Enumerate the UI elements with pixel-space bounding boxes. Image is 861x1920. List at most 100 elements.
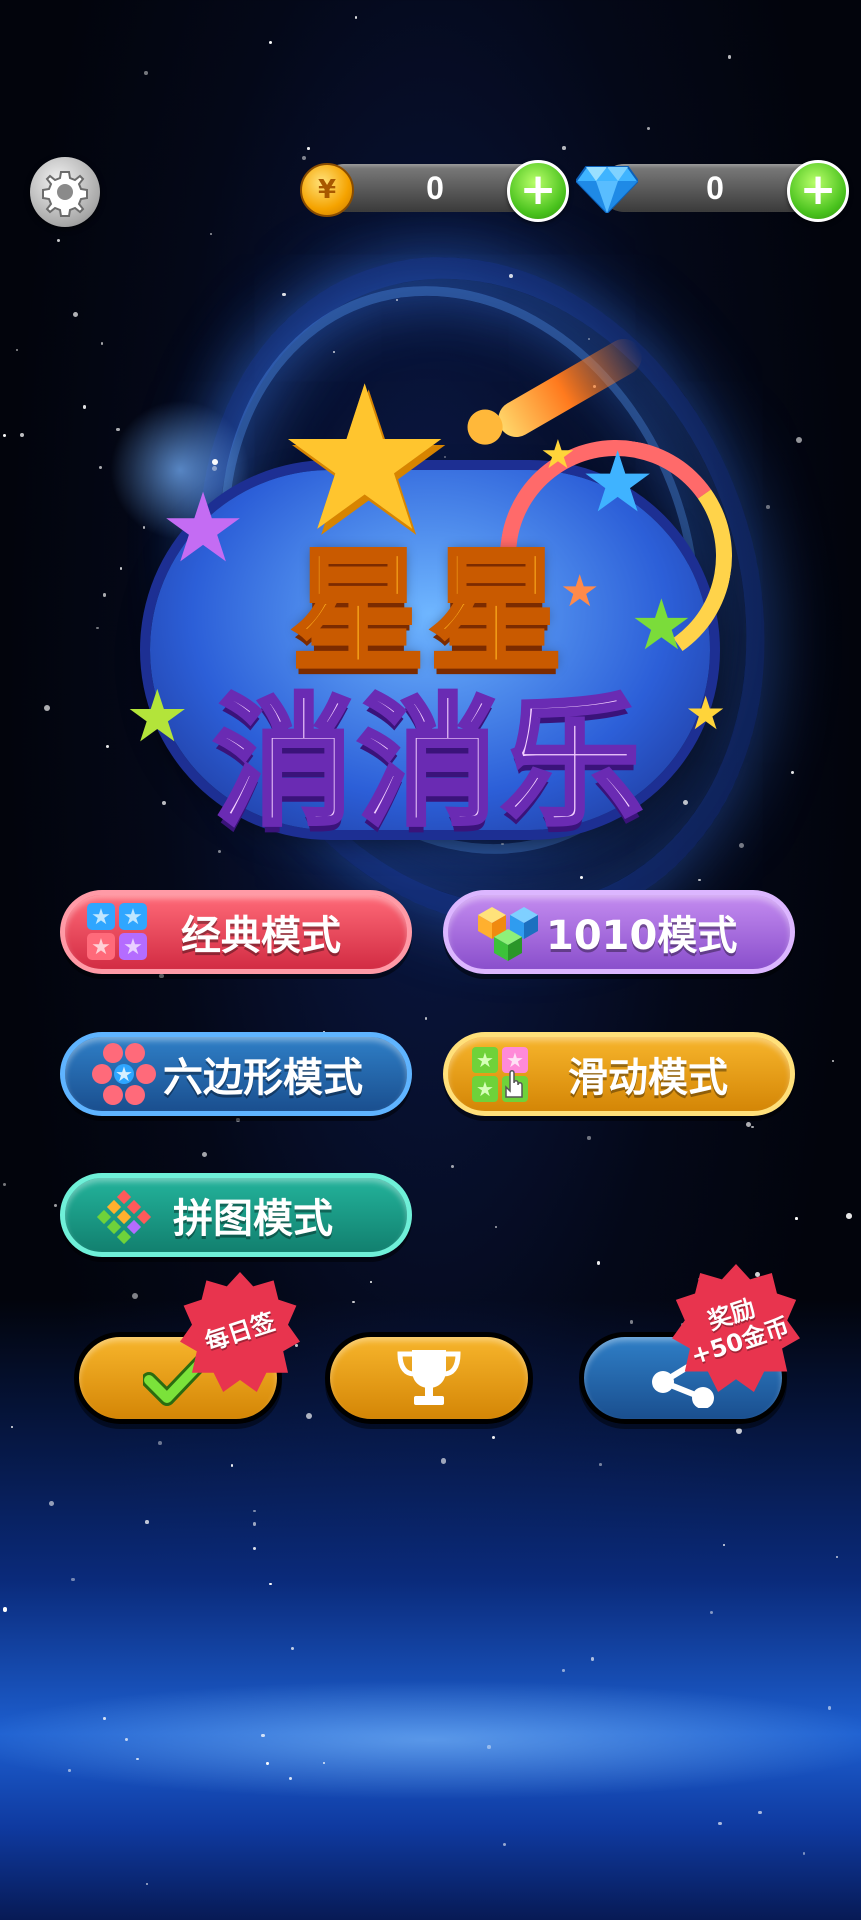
background-star xyxy=(795,437,802,444)
background-star xyxy=(144,71,148,76)
star-decoration: ★ xyxy=(540,432,576,478)
background-star xyxy=(846,1213,853,1219)
background-star xyxy=(282,293,286,297)
background-star xyxy=(44,704,51,711)
background-star xyxy=(56,238,60,242)
background-star xyxy=(424,1017,428,1020)
background-star xyxy=(596,1261,600,1265)
background-star xyxy=(102,1717,106,1720)
background-star xyxy=(450,1165,454,1169)
coin-count: 0 xyxy=(426,170,444,206)
background-star xyxy=(587,1136,591,1140)
background-star xyxy=(395,299,398,302)
background-star xyxy=(201,1151,208,1158)
background-star xyxy=(718,1821,722,1826)
background-star xyxy=(15,348,18,351)
background-star xyxy=(727,55,732,59)
background-star xyxy=(369,1280,373,1284)
hexagon-mode-label: 六边形模式 xyxy=(163,1055,363,1101)
background-star xyxy=(599,1462,603,1466)
background-star xyxy=(766,505,770,509)
plus-icon: + xyxy=(799,164,837,215)
background-star xyxy=(96,626,99,630)
trophy-icon xyxy=(397,1350,461,1405)
background-star xyxy=(145,1520,149,1524)
background-star xyxy=(269,41,273,45)
background-star xyxy=(53,1204,58,1208)
svg-text:★: ★ xyxy=(91,905,111,930)
background-star xyxy=(802,1852,806,1855)
svg-text:★: ★ xyxy=(506,1048,524,1072)
background-star xyxy=(745,1122,752,1128)
background-star xyxy=(98,465,102,470)
background-star xyxy=(159,973,164,979)
background-star xyxy=(790,770,795,775)
background-star xyxy=(629,1320,634,1324)
background-star xyxy=(19,432,24,437)
add-gems-button[interactable]: + xyxy=(787,160,849,222)
background-star xyxy=(100,342,103,345)
classic-mode-label: 经典模式 xyxy=(181,913,341,959)
hexagon-mode-button[interactable]: ★ 六边形模式 xyxy=(60,1032,412,1116)
mode-1010-label: 1010模式 xyxy=(546,913,738,959)
background-star xyxy=(698,878,702,882)
background-star xyxy=(82,405,87,410)
gem-count: 0 xyxy=(706,170,724,206)
svg-text:★: ★ xyxy=(123,935,143,960)
background-star xyxy=(102,593,106,597)
classic-mode-button[interactable]: ★ ★ ★ ★ 经典模式 xyxy=(60,890,412,974)
background-star xyxy=(354,16,358,20)
background-star xyxy=(209,233,212,236)
swipe-mode-label: 滑动模式 xyxy=(568,1055,728,1101)
svg-text:★: ★ xyxy=(476,1077,494,1101)
background-star xyxy=(131,1292,138,1299)
daily-checkin-badge: 每日签 xyxy=(180,1272,300,1392)
hexagon-stars-icon: ★ xyxy=(92,1043,156,1105)
game-logo: ● ★ ★ ★ ★ ★ ★ ★ ★ 星星 消消乐 xyxy=(120,330,751,850)
puzzle-blocks-icon xyxy=(96,1189,152,1245)
background-star xyxy=(290,1647,294,1651)
share-reward-badge: 奖励 +50金币 xyxy=(672,1264,800,1392)
background-star xyxy=(722,1543,725,1546)
mode-1010-button[interactable]: 1010模式 xyxy=(443,890,795,974)
settings-button[interactable] xyxy=(30,157,100,227)
svg-text:★: ★ xyxy=(91,935,111,960)
meteor-decoration xyxy=(491,332,649,444)
background-star xyxy=(252,1547,256,1551)
cubes-icon xyxy=(478,907,538,961)
svg-text:★: ★ xyxy=(115,1062,133,1086)
background-star xyxy=(72,311,79,318)
background-star xyxy=(352,1300,355,1303)
background-star xyxy=(831,1059,834,1063)
diamond-icon xyxy=(576,166,638,213)
coin-icon: ¥ xyxy=(300,163,354,217)
background-star xyxy=(305,1413,312,1420)
background-star xyxy=(2,1607,8,1612)
puzzle-mode-button[interactable]: 拼图模式 xyxy=(60,1173,412,1257)
background-star xyxy=(758,1810,762,1814)
add-coins-button[interactable]: + xyxy=(507,160,569,222)
background-star xyxy=(795,1217,798,1220)
background-star xyxy=(261,1733,265,1738)
background-star xyxy=(590,1656,595,1661)
background-star xyxy=(105,745,110,749)
background-star xyxy=(157,1441,162,1445)
background-star xyxy=(509,273,514,278)
plus-icon: + xyxy=(519,164,557,215)
background-star xyxy=(236,1118,240,1122)
background-star xyxy=(68,1769,71,1772)
star-blocks-icon: ★ ★ ★ ★ xyxy=(87,903,147,960)
star-decoration: ● xyxy=(465,396,506,450)
leaderboard-button[interactable] xyxy=(325,1332,533,1424)
gear-icon xyxy=(42,171,88,217)
background-star xyxy=(266,1762,269,1765)
background-star xyxy=(307,147,310,150)
background-star xyxy=(751,1125,754,1128)
svg-text:★: ★ xyxy=(476,1048,494,1072)
background-star xyxy=(487,1745,491,1749)
swipe-tiles-icon: ★ ★ ★ xyxy=(472,1047,528,1102)
swipe-mode-button[interactable]: ★ ★ ★ 滑动模式 xyxy=(443,1032,795,1116)
background-star xyxy=(2,434,7,438)
background-star xyxy=(49,1500,55,1506)
puzzle-mode-label: 拼图模式 xyxy=(173,1196,333,1242)
